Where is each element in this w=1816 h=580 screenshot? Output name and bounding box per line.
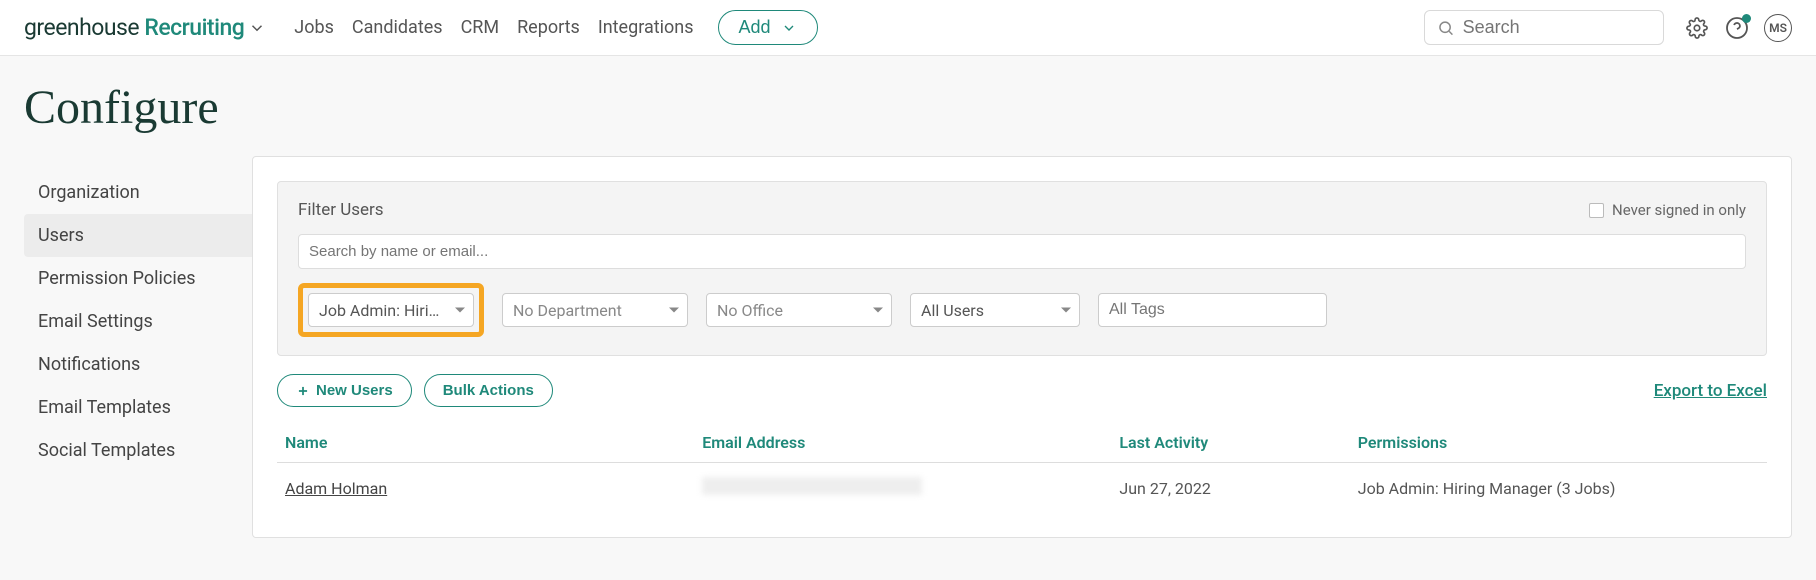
header-icons: MS (1684, 14, 1792, 42)
new-users-button[interactable]: New Users (277, 374, 412, 407)
avatar[interactable]: MS (1764, 14, 1792, 42)
nav-crm[interactable]: CRM (461, 17, 500, 38)
add-button[interactable]: Add (718, 10, 818, 45)
settings-icon[interactable] (1684, 15, 1710, 41)
department-filter-select[interactable]: No Department (502, 293, 688, 327)
never-signed-in-checkbox[interactable]: Never signed in only (1589, 201, 1746, 219)
nav-jobs[interactable]: Jobs (294, 17, 334, 38)
plus-icon (296, 384, 310, 398)
office-filter-select[interactable]: No Office (706, 293, 892, 327)
user-name-link[interactable]: Adam Holman (285, 479, 387, 498)
column-last-activity[interactable]: Last Activity (1111, 425, 1349, 463)
logo[interactable]: greenhouse Recruiting (24, 14, 266, 41)
chevron-down-icon (873, 308, 883, 313)
sidebar-item-email-templates[interactable]: Email Templates (24, 386, 252, 429)
chevron-down-icon (1061, 308, 1071, 313)
add-button-label: Add (739, 17, 771, 38)
app-header: greenhouse Recruiting Jobs Candidates CR… (0, 0, 1816, 56)
tags-filter-input[interactable] (1098, 293, 1327, 327)
column-email[interactable]: Email Address (694, 425, 1111, 463)
table-row: Adam Holman Jun 27, 2022 Job Admin: Hiri… (277, 463, 1767, 514)
bulk-actions-button[interactable]: Bulk Actions (424, 374, 553, 407)
role-filter-highlight: Job Admin: Hiri… (298, 283, 484, 337)
sidebar-item-email-settings[interactable]: Email Settings (24, 300, 252, 343)
filter-title: Filter Users (298, 200, 384, 220)
gear-icon (1686, 17, 1708, 39)
user-last-activity: Jun 27, 2022 (1111, 463, 1349, 514)
role-filter-select[interactable]: Job Admin: Hiri… (308, 293, 474, 327)
column-permissions[interactable]: Permissions (1350, 425, 1767, 463)
user-email-redacted (702, 477, 922, 495)
filter-panel: Filter Users Never signed in only Job Ad… (277, 181, 1767, 356)
nav-integrations[interactable]: Integrations (598, 17, 694, 38)
new-users-label: New Users (316, 382, 393, 399)
global-search[interactable] (1424, 10, 1664, 45)
page-title: Configure (24, 80, 252, 135)
chevron-down-icon (248, 19, 266, 37)
nav-reports[interactable]: Reports (517, 17, 580, 38)
global-search-input[interactable] (1463, 17, 1651, 38)
column-name[interactable]: Name (277, 425, 694, 463)
logo-text: greenhouse Recruiting (24, 14, 244, 41)
chevron-down-icon (781, 20, 797, 36)
user-permissions: Job Admin: Hiring Manager (3 Jobs) (1350, 463, 1767, 514)
sidebar-item-social-templates[interactable]: Social Templates (24, 429, 252, 472)
chevron-down-icon (669, 308, 679, 313)
export-to-excel-link[interactable]: Export to Excel (1654, 381, 1767, 401)
users-filter-value: All Users (921, 301, 984, 320)
chevron-down-icon (455, 308, 465, 313)
role-filter-value: Job Admin: Hiri… (319, 301, 439, 320)
users-table: Name Email Address Last Activity Permiss… (277, 425, 1767, 513)
checkbox-icon (1589, 203, 1604, 218)
office-filter-value: No Office (717, 301, 783, 320)
action-row: New Users Bulk Actions Export to Excel (277, 374, 1767, 407)
users-filter-select[interactable]: All Users (910, 293, 1080, 327)
sidebar-item-users[interactable]: Users (24, 214, 252, 257)
sidebar-item-organization[interactable]: Organization (24, 171, 252, 214)
department-filter-value: No Department (513, 301, 622, 320)
sidebar-item-permission-policies[interactable]: Permission Policies (24, 257, 252, 300)
sidebar-item-notifications[interactable]: Notifications (24, 343, 252, 386)
main-nav: Jobs Candidates CRM Reports Integrations (294, 17, 693, 38)
nav-candidates[interactable]: Candidates (352, 17, 443, 38)
bulk-actions-label: Bulk Actions (443, 382, 534, 399)
search-icon (1437, 18, 1455, 38)
filter-search-input[interactable] (298, 234, 1746, 269)
help-icon[interactable] (1724, 15, 1750, 41)
never-signed-label: Never signed in only (1612, 201, 1746, 219)
users-card: Filter Users Never signed in only Job Ad… (252, 156, 1792, 538)
sidebar: Organization Users Permission Policies E… (24, 171, 252, 472)
